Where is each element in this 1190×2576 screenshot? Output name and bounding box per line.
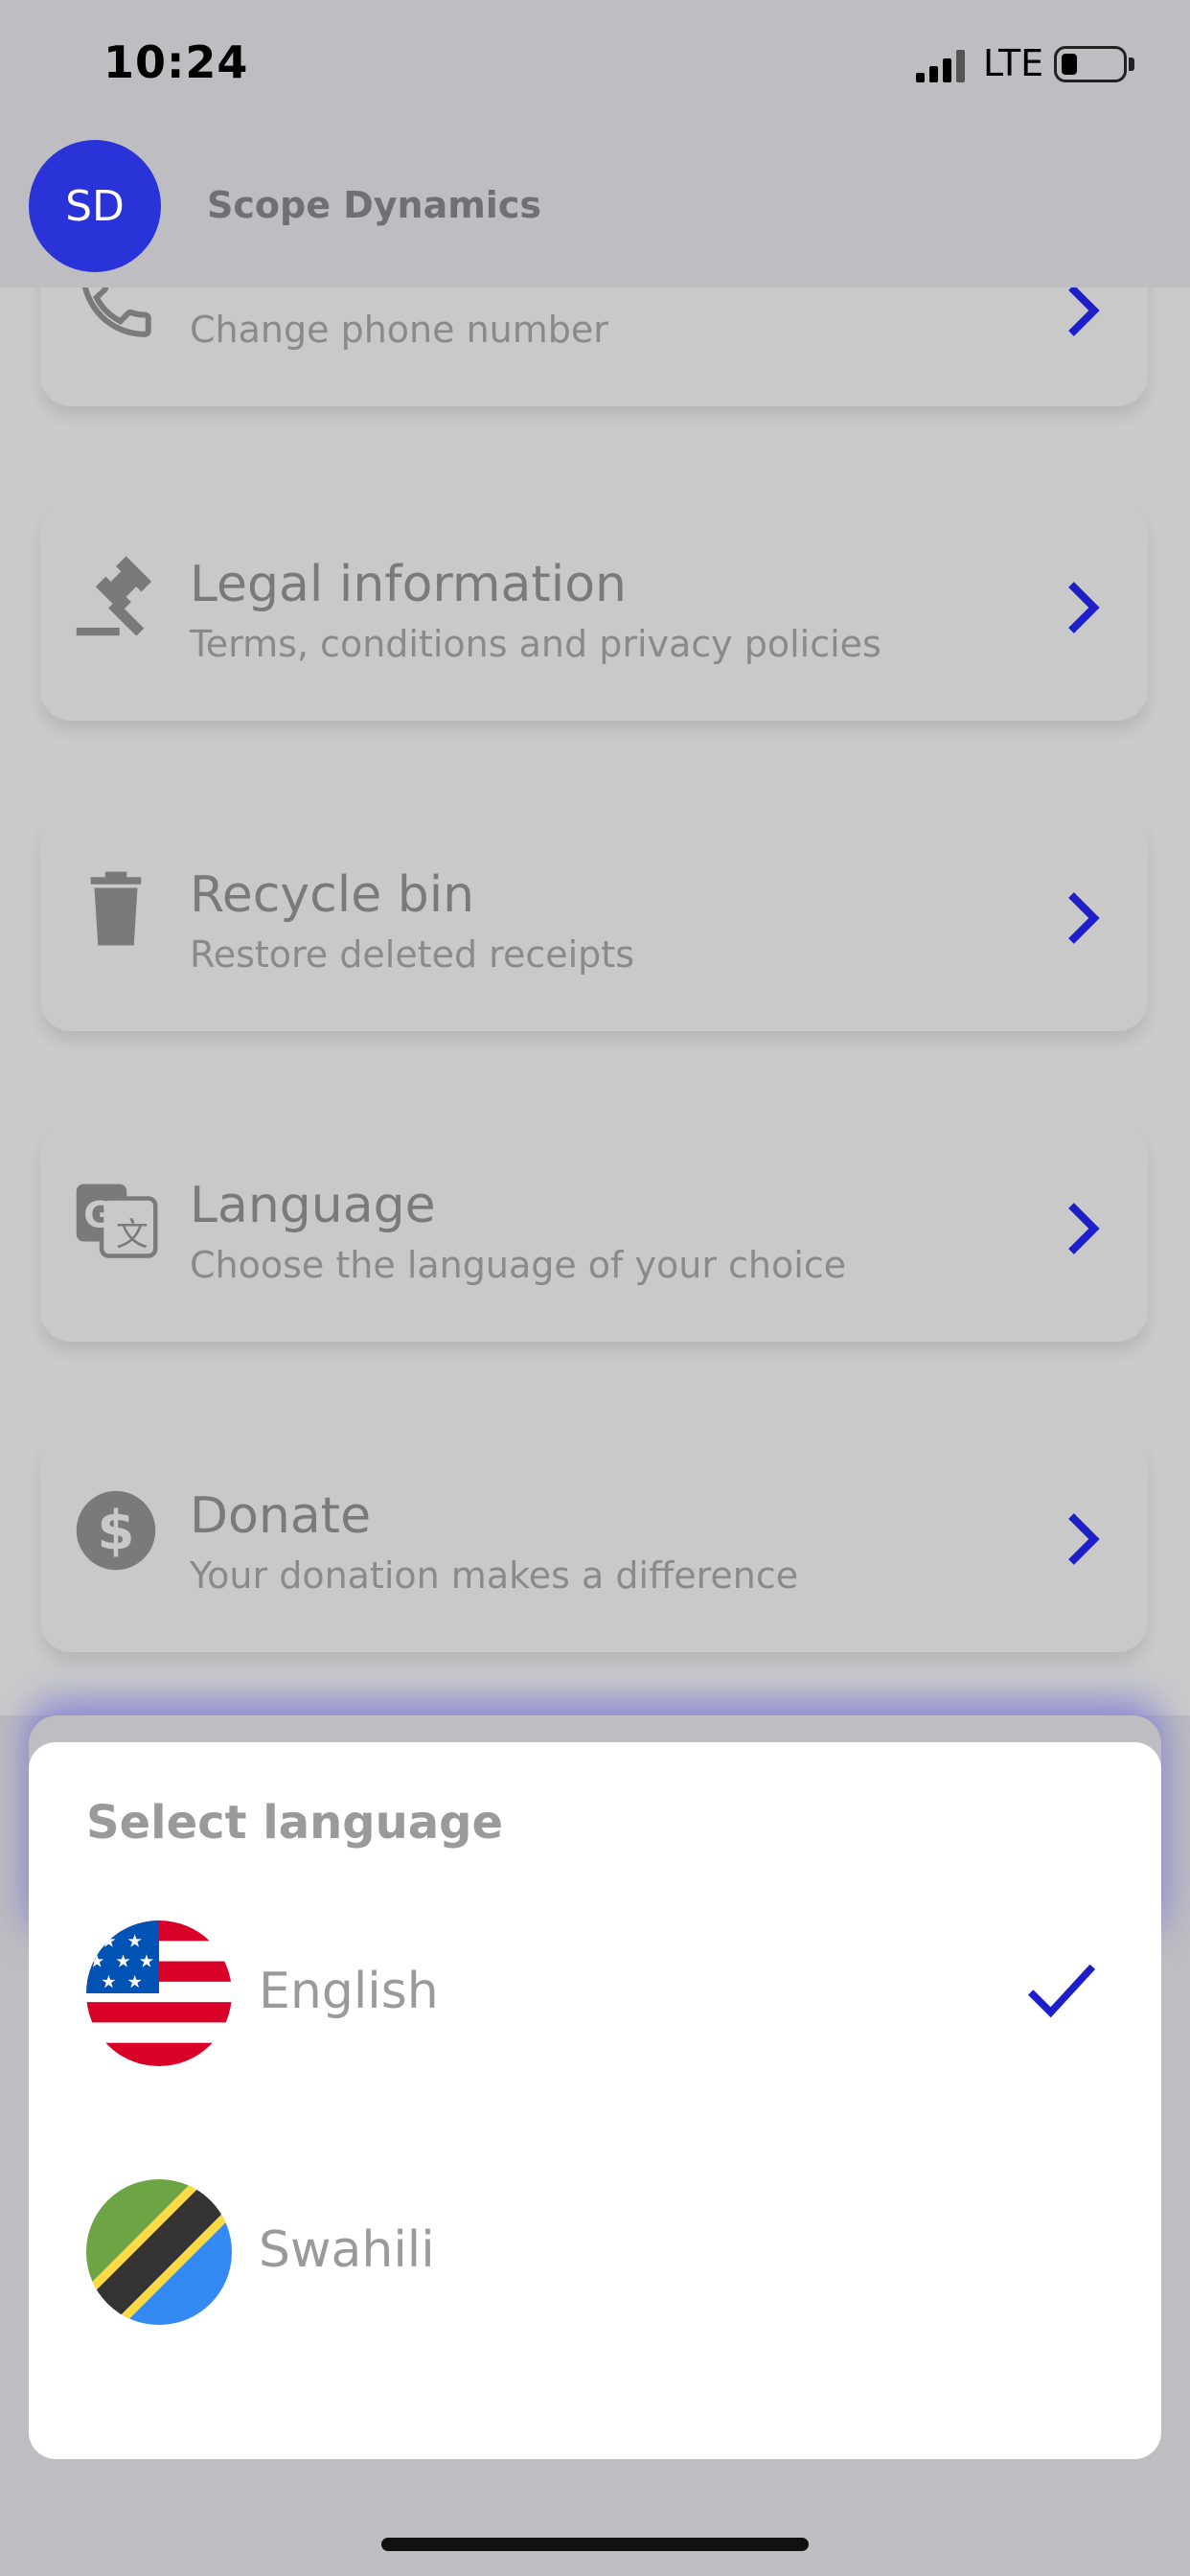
- language-label: English: [259, 1963, 439, 2020]
- svg-text:★: ★: [101, 1972, 116, 1992]
- settings-item-language[interactable]: G 文 Language Choose the language of your…: [40, 1123, 1148, 1342]
- language-option-swahili[interactable]: Swahili: [29, 2179, 1161, 2371]
- network-type: LTE: [983, 42, 1044, 84]
- svg-text:★: ★: [115, 1952, 130, 1972]
- battery-nub: [1129, 58, 1134, 71]
- chevron-right-icon: [1068, 1513, 1100, 1565]
- app-header: [0, 134, 1190, 288]
- phone-icon: [82, 288, 151, 337]
- settings-item-title: Legal information: [190, 556, 628, 613]
- translate-icon: G 文: [76, 1184, 158, 1258]
- home-indicator: [381, 2538, 809, 2551]
- tanzania-flag-icon: [86, 2179, 232, 2325]
- settings-item-legal[interactable]: Legal information Terms, conditions and …: [40, 502, 1148, 721]
- settings-item-title: Donate: [190, 1487, 372, 1545]
- svg-text:文: 文: [116, 1215, 149, 1253]
- chevron-right-icon: [1068, 288, 1100, 336]
- language-bottom-sheet: Select language ★★ ★★★ ★★ English Sw: [29, 1742, 1161, 2459]
- us-flag-icon: ★ ★ ★ ★ ★ ★ ★: [86, 1920, 232, 2066]
- checkmark-icon: [1028, 1964, 1096, 2018]
- battery-icon: [1054, 46, 1127, 82]
- settings-item-subtitle: Your donation makes a difference: [190, 1554, 799, 1597]
- gavel-icon: [76, 556, 152, 636]
- avatar[interactable]: SD: [29, 140, 161, 272]
- svg-text:★: ★: [139, 1952, 154, 1972]
- svg-text:$: $: [97, 1500, 134, 1562]
- settings-item-subtitle: Choose the language of your choice: [190, 1244, 847, 1286]
- settings-item-recycle-bin[interactable]: Recycle bin Restore deleted receipts: [40, 813, 1148, 1031]
- chevron-right-icon: [1068, 1203, 1100, 1254]
- sheet-title: Select language: [86, 1796, 504, 1850]
- language-option-english[interactable]: ★ ★ ★ ★ ★ ★ ★ English: [29, 1920, 1161, 2112]
- status-time: 10:24: [103, 36, 249, 88]
- signal-icon: [916, 50, 965, 82]
- svg-text:★: ★: [127, 1972, 143, 1992]
- company-name: Scope Dynamics: [207, 184, 541, 226]
- settings-item-phone[interactable]: Phonenumber Change phone number: [40, 288, 1148, 406]
- svg-text:★: ★: [101, 1931, 116, 1951]
- settings-item-title: Phonenumber: [190, 288, 538, 299]
- language-label: Swahili: [259, 2221, 435, 2279]
- chevron-right-icon: [1068, 582, 1100, 633]
- settings-item-donate[interactable]: $ Donate Your donation makes a differenc…: [40, 1434, 1148, 1652]
- settings-list: Phonenumber Change phone number Legal in…: [0, 288, 1190, 1715]
- svg-text:★: ★: [127, 1931, 143, 1951]
- settings-item-title: Language: [190, 1177, 436, 1234]
- settings-item-subtitle: Restore deleted receipts: [190, 933, 634, 976]
- settings-item-subtitle: Terms, conditions and privacy policies: [190, 623, 881, 665]
- svg-text:G: G: [83, 1194, 113, 1236]
- settings-item-title: Recycle bin: [190, 866, 475, 924]
- trash-icon: [90, 871, 142, 946]
- dollar-icon: $: [76, 1490, 156, 1571]
- chevron-right-icon: [1068, 892, 1100, 944]
- settings-item-subtitle: Change phone number: [190, 309, 608, 351]
- svg-text:★: ★: [89, 1952, 104, 1972]
